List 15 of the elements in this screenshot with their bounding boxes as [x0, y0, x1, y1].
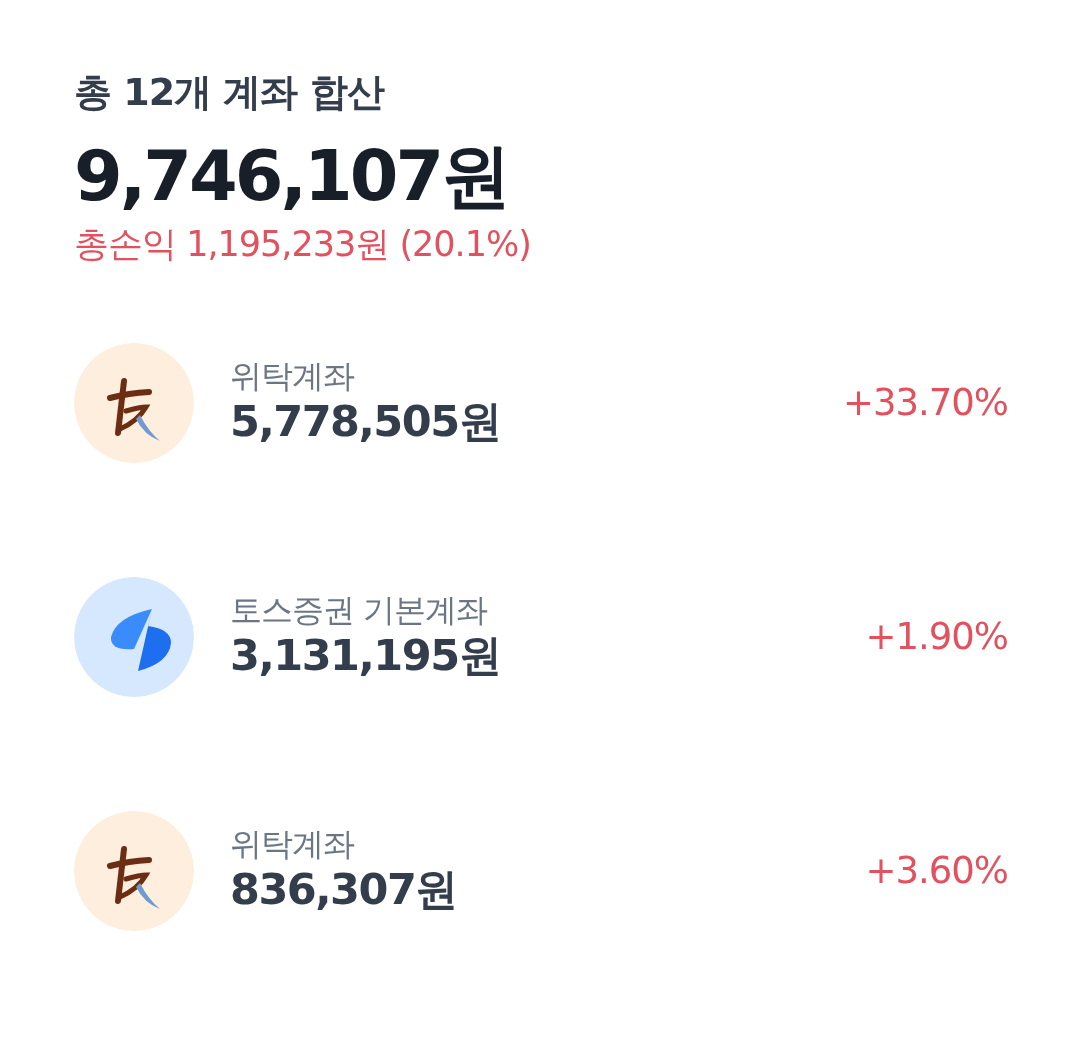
total-amount: 9,746,107원: [74, 137, 509, 215]
account-name: 위탁계좌: [230, 356, 354, 395]
logo-icon: [74, 342, 194, 463]
logo-icon: [74, 810, 194, 931]
account-name: 토스증권 기본계좌: [230, 590, 488, 629]
return-rate: +3.60%: [865, 847, 1008, 894]
account-balance: 3,131,195원: [230, 628, 501, 682]
account-balance: 836,307원: [230, 862, 457, 916]
return-rate: +1.90%: [865, 613, 1008, 660]
account-balance: 5,778,505원: [230, 394, 501, 448]
summary-title: 총 12개 계좌 합산: [74, 70, 386, 116]
total-profit: 총손익 1,195,233원 (20.1%): [74, 222, 531, 265]
logo-icon: [74, 576, 194, 697]
return-rate: +33.70%: [842, 379, 1008, 426]
account-name: 위탁계좌: [230, 824, 354, 863]
